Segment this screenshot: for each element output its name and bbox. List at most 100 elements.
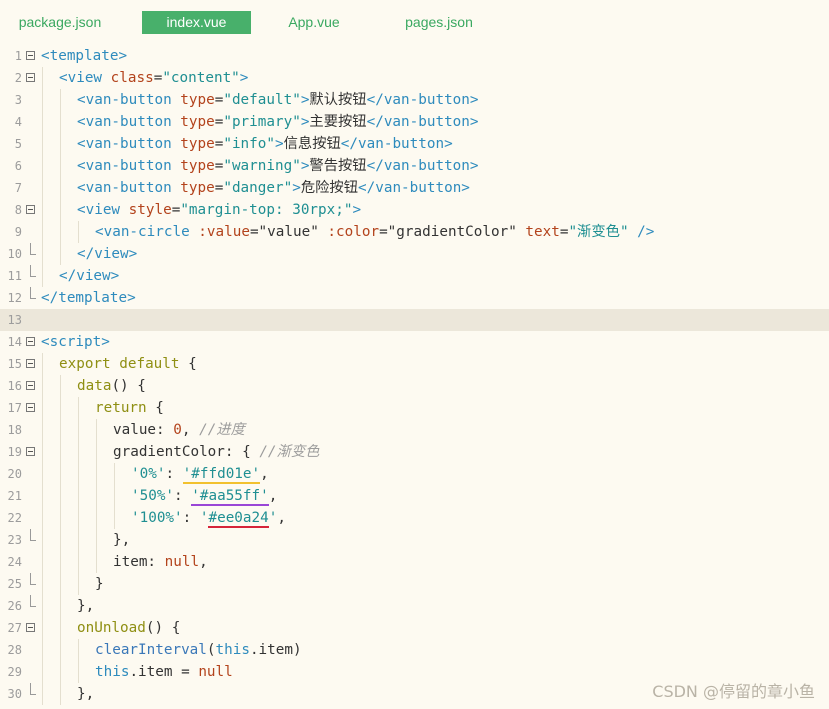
indent-guide [42, 683, 43, 705]
code-line[interactable]: 5 <van-button type="info">信息按钮</van-butto… [0, 133, 829, 155]
indent-guide [42, 661, 43, 683]
indent-guide [60, 89, 61, 111]
code-line[interactable]: 14 <script> [0, 331, 829, 353]
line-number: 9 [14, 225, 22, 239]
code-line[interactable]: 16 data() { [0, 375, 829, 397]
indent-guide [60, 573, 61, 595]
line-number: 2 [14, 71, 22, 85]
fold-toggle-icon[interactable] [26, 51, 35, 60]
tab-package-json[interactable]: package.json [8, 11, 112, 34]
code-line[interactable]: 26}, [0, 595, 829, 617]
code-text: onUnload() { [77, 620, 181, 636]
code-text: this.item = null [95, 664, 233, 680]
fold-toggle-icon[interactable] [26, 359, 35, 368]
code-line[interactable]: 25} [0, 573, 829, 595]
code-line[interactable]: 18 value: 0, //进度 [0, 419, 829, 441]
indent-guide [96, 419, 97, 441]
code-text: <view class="content"> [59, 70, 249, 86]
code-text: } [95, 576, 104, 592]
indent-guide [78, 661, 79, 683]
code-text: }, [113, 532, 131, 548]
code-text: }, [77, 598, 95, 614]
code-line[interactable]: 12 </template> [0, 287, 829, 309]
fold-toggle-icon[interactable] [26, 447, 35, 456]
code-line[interactable]: 24 item: null, [0, 551, 829, 573]
code-line[interactable]: 9 <van-circle :value="value" :color="grad… [0, 221, 829, 243]
line-number: 10 [7, 247, 22, 261]
indent-guide [42, 199, 43, 221]
indent-guide [60, 397, 61, 419]
indent-guide [42, 507, 43, 529]
tab-index-vue[interactable]: index.vue [142, 11, 251, 34]
indent-guide [60, 375, 61, 397]
indent-guide [78, 485, 79, 507]
code-text: data() { [77, 378, 146, 394]
code-text: return { [95, 400, 164, 416]
indent-guide [96, 551, 97, 573]
fold-toggle-icon[interactable] [26, 73, 35, 82]
indent-guide [60, 617, 61, 639]
indent-guide [96, 485, 97, 507]
code-line[interactable]: 13 [0, 309, 829, 331]
code-line[interactable]: 28 clearInterval(this.item) [0, 639, 829, 661]
code-text: gradientColor: { //渐变色 [113, 444, 320, 460]
fold-toggle-icon[interactable] [26, 403, 35, 412]
code-text: <van-button type="primary">主要按钮</van-but… [77, 114, 479, 130]
line-number: 26 [7, 599, 22, 613]
indent-guide [78, 573, 79, 595]
line-number: 14 [7, 335, 22, 349]
tab-pages-json[interactable]: pages.json [387, 11, 491, 34]
code-line[interactable]: 23}, [0, 529, 829, 551]
indent-guide [42, 551, 43, 573]
code-line[interactable]: 22 '100%': '#ee0a24', [0, 507, 829, 529]
line-number: 4 [14, 115, 22, 129]
indent-guide [60, 661, 61, 683]
code-line[interactable]: 19 gradientColor: { //渐变色 [0, 441, 829, 463]
code-line[interactable]: 8 <view style="margin-top: 30rpx;"> [0, 199, 829, 221]
indent-guide [78, 551, 79, 573]
code-line[interactable]: 15 export default { [0, 353, 829, 375]
code-text: <van-button type="warning">警告按钮</van-but… [77, 158, 479, 174]
code-line[interactable]: 1 <template> [0, 45, 829, 67]
code-line[interactable]: 10 </view> [0, 243, 829, 265]
indent-guide [60, 221, 61, 243]
fold-end-marker [30, 573, 36, 585]
code-line[interactable]: 20 '0%': '#ffd01e', [0, 463, 829, 485]
line-number: 12 [7, 291, 22, 305]
code-line[interactable]: 4 <van-button type="primary">主要按钮</van-bu… [0, 111, 829, 133]
code-line[interactable]: 3 <van-button type="default">默认按钮</van-bu… [0, 89, 829, 111]
indent-guide [78, 529, 79, 551]
line-number: 27 [7, 621, 22, 635]
fold-toggle-icon[interactable] [26, 623, 35, 632]
fold-toggle-icon[interactable] [26, 381, 35, 390]
code-line[interactable]: 7 <van-button type="danger">危险按钮</van-but… [0, 177, 829, 199]
fold-toggle-icon[interactable] [26, 337, 35, 346]
indent-guide [96, 441, 97, 463]
line-number: 25 [7, 577, 22, 591]
line-number: 30 [7, 687, 22, 701]
fold-toggle-icon[interactable] [26, 205, 35, 214]
code-line[interactable]: 6 <van-button type="warning">警告按钮</van-bu… [0, 155, 829, 177]
indent-guide [42, 441, 43, 463]
code-line[interactable]: 17 return { [0, 397, 829, 419]
line-number: 19 [7, 445, 22, 459]
tab-app-vue[interactable]: App.vue [266, 11, 362, 34]
line-number: 28 [7, 643, 22, 657]
indent-guide [78, 507, 79, 529]
indent-guide [42, 595, 43, 617]
indent-guide [42, 177, 43, 199]
code-text: <van-circle :value="value" :color="gradi… [95, 224, 655, 240]
indent-guide [42, 639, 43, 661]
code-line[interactable]: 11 </view> [0, 265, 829, 287]
indent-guide [96, 507, 97, 529]
indent-guide [42, 485, 43, 507]
code-line[interactable]: 27 onUnload() { [0, 617, 829, 639]
indent-guide [42, 353, 43, 375]
indent-guide [96, 463, 97, 485]
indent-guide [42, 243, 43, 265]
code-line[interactable]: 2 <view class="content"> [0, 67, 829, 89]
code-text: </template> [41, 290, 136, 306]
code-line[interactable]: 21 '50%': '#aa55ff', [0, 485, 829, 507]
line-number: 8 [14, 203, 22, 217]
line-number: 16 [7, 379, 22, 393]
